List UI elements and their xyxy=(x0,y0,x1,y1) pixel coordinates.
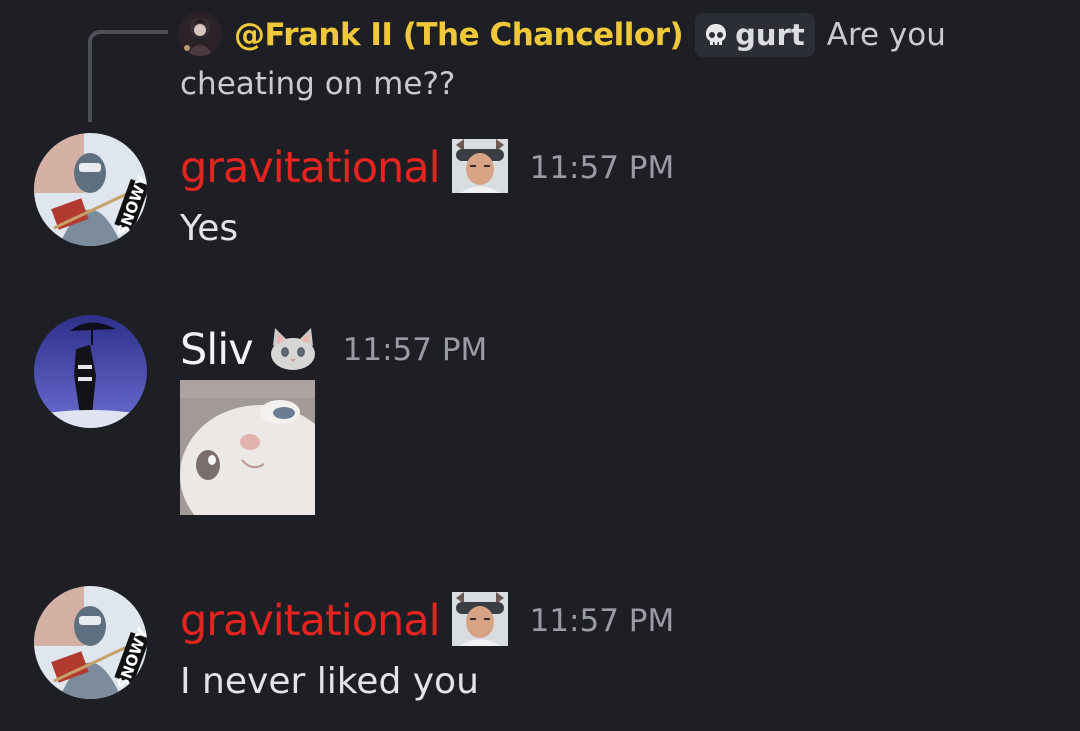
timestamp[interactable]: 11:57 PM xyxy=(343,332,488,368)
reply-author-name[interactable]: @Frank II (The Chancellor) xyxy=(234,17,684,53)
reply-text-line2[interactable]: cheating on me?? xyxy=(180,66,455,102)
message-header: gravitational 11:57 PM xyxy=(180,139,675,197)
message-text[interactable]: Yes xyxy=(180,208,238,249)
reply-author-avatar[interactable] xyxy=(178,12,222,56)
message-text[interactable]: I never liked you xyxy=(180,661,479,702)
avatar-sliv[interactable] xyxy=(34,315,147,428)
reply-header: @Frank II (The Chancellor) gurt Are you xyxy=(234,12,946,58)
timestamp[interactable]: 11:57 PM xyxy=(530,603,675,639)
guild-tag[interactable]: gurt xyxy=(695,13,815,57)
message-header: gravitational 11:57 PM xyxy=(180,592,675,650)
cat-close-up-image[interactable] xyxy=(180,380,315,515)
reply-text-line1[interactable]: Are you xyxy=(827,17,946,53)
avatar-gravitational[interactable]: SNOWY xyxy=(34,133,147,246)
username[interactable]: gravitational xyxy=(180,143,441,193)
username[interactable]: Sliv xyxy=(180,325,254,375)
cat-icon[interactable] xyxy=(265,324,321,376)
timestamp[interactable]: 11:57 PM xyxy=(530,150,675,186)
skull-icon xyxy=(706,24,727,45)
reply-connector-line xyxy=(88,30,168,122)
man-face-icon[interactable] xyxy=(451,139,508,197)
username[interactable]: gravitational xyxy=(180,596,441,646)
avatar-gravitational[interactable]: SNOWY xyxy=(34,586,147,699)
chat-view: @Frank II (The Chancellor) gurt Are you … xyxy=(0,0,1080,731)
man-face-icon[interactable] xyxy=(451,592,508,650)
message-header: Sliv 11:57 PM xyxy=(180,322,487,378)
guild-tag-label: gurt xyxy=(735,18,805,52)
